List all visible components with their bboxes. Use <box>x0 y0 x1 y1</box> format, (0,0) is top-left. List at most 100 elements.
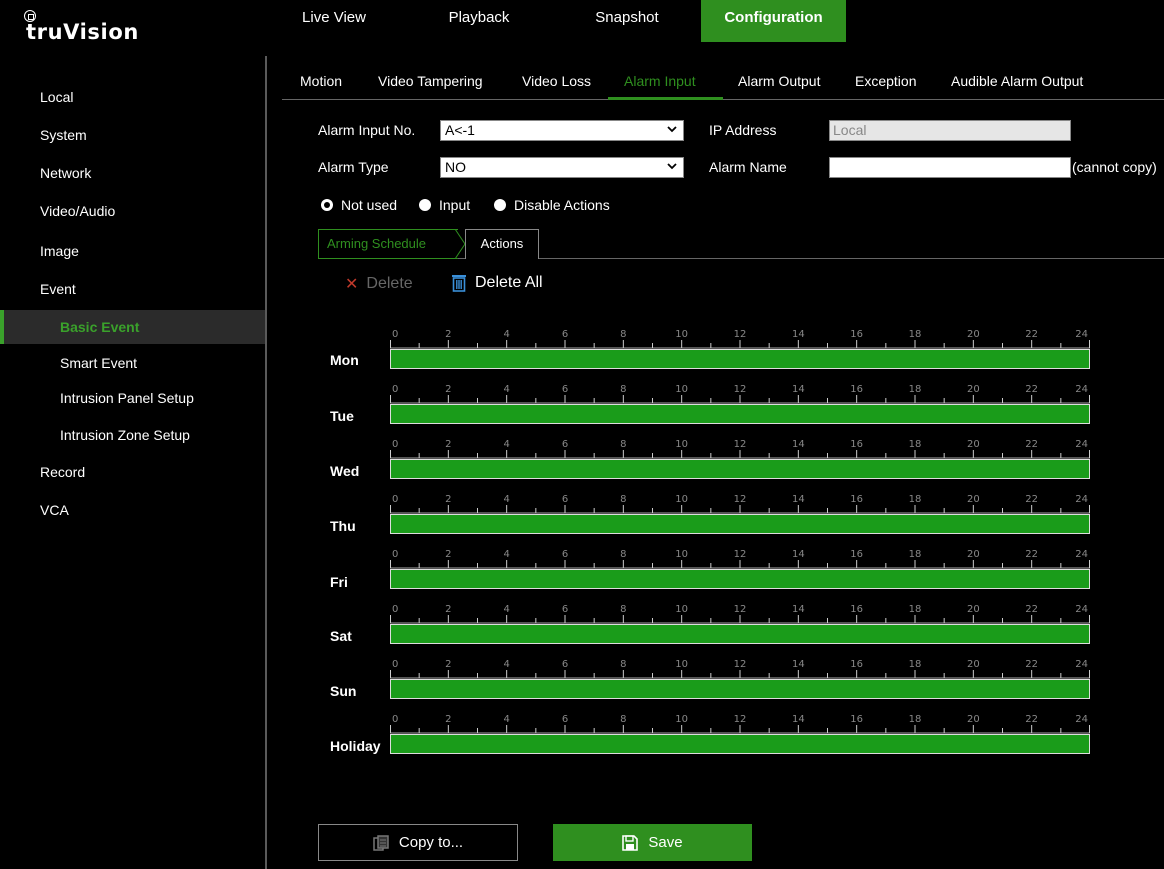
hour-ruler: 0 2 4 6 8 10 12 14 16 18 20 22 24 <box>390 329 1090 349</box>
sidebar-item-video-audio[interactable]: Video/Audio <box>0 194 265 228</box>
schedule-bar[interactable] <box>390 514 1090 534</box>
hour-label: 4 <box>503 549 509 560</box>
tab-audible-alarm-output[interactable]: Audible Alarm Output <box>951 73 1083 97</box>
tab-exception[interactable]: Exception <box>855 73 916 97</box>
tab-video-tampering[interactable]: Video Tampering <box>378 73 483 97</box>
tab-video-loss[interactable]: Video Loss <box>522 73 591 97</box>
hour-label: 18 <box>909 549 922 560</box>
radio-not-used-label: Not used <box>341 197 398 213</box>
hour-label: 4 <box>503 714 509 725</box>
schedule-bar[interactable] <box>390 404 1090 424</box>
sidebar-item-intrusion-zone-setup[interactable]: Intrusion Zone Setup <box>0 418 265 452</box>
hour-label: 18 <box>909 439 922 450</box>
delete-label: Delete <box>366 275 413 292</box>
alarm-type-select[interactable]: NO <box>440 157 684 178</box>
floppy-disk-icon <box>622 834 639 851</box>
sidebar-item-local[interactable]: Local <box>0 80 265 114</box>
delete-button[interactable]: ✕ Delete <box>345 274 413 294</box>
schedule-row: Holiday 0 2 4 6 8 10 12 14 16 18 20 22 24 <box>330 712 1164 762</box>
copy-to-button[interactable]: Copy to... <box>318 824 518 861</box>
schedule-bar[interactable] <box>390 679 1090 699</box>
sidebar-item-intrusion-panel-setup[interactable]: Intrusion Panel Setup <box>0 381 265 415</box>
hour-label: 10 <box>675 329 688 340</box>
radio-input-label: Input <box>439 197 471 213</box>
ip-address-label: IP Address <box>709 122 777 138</box>
schedule-row: Fri 0 2 4 6 8 10 12 14 16 18 20 22 24 <box>330 547 1164 597</box>
hour-label: 12 <box>734 549 747 560</box>
sidebar-item-network[interactable]: Network <box>0 156 265 190</box>
radio-input[interactable]: Input <box>419 197 470 213</box>
tab-alarm-output[interactable]: Alarm Output <box>738 73 820 97</box>
hour-label: 24 <box>1075 384 1088 395</box>
hour-label: 6 <box>562 604 568 615</box>
hour-ruler: 0 2 4 6 8 10 12 14 16 18 20 22 24 <box>390 494 1090 514</box>
schedule-bar[interactable] <box>390 349 1090 369</box>
save-button[interactable]: Save <box>553 824 752 861</box>
day-label: Thu <box>330 518 356 534</box>
hour-label: 16 <box>850 329 863 340</box>
nav-configuration[interactable]: Configuration <box>701 0 846 42</box>
hour-label: 8 <box>620 714 626 725</box>
logo-mark-icon <box>24 10 36 22</box>
schedule-bar[interactable] <box>390 569 1090 589</box>
sidebar-item-record[interactable]: Record <box>0 455 265 489</box>
alarm-input-no-select[interactable]: A<-1 <box>440 120 684 141</box>
hour-label: 10 <box>675 494 688 505</box>
hour-label: 14 <box>792 439 805 450</box>
schedule-bar[interactable] <box>390 624 1090 644</box>
hour-label: 12 <box>734 714 747 725</box>
hour-label: 2 <box>445 494 451 505</box>
tab-alarm-input[interactable]: Alarm Input <box>624 73 696 97</box>
hour-label: 22 <box>1025 714 1038 725</box>
tab-motion[interactable]: Motion <box>300 73 342 97</box>
schedule-bar[interactable] <box>390 734 1090 754</box>
alarm-name-input[interactable] <box>829 157 1071 178</box>
hour-label: 4 <box>503 439 509 450</box>
tab-actions[interactable]: Actions <box>465 229 539 259</box>
schedule-bar[interactable] <box>390 459 1090 479</box>
sidebar-item-basic-event[interactable]: Basic Event <box>0 310 265 344</box>
hour-label: 22 <box>1025 439 1038 450</box>
hour-label: 16 <box>850 714 863 725</box>
nav-snapshot[interactable]: Snapshot <box>574 0 680 42</box>
day-label: Holiday <box>330 738 381 754</box>
hour-label: 18 <box>909 604 922 615</box>
nav-playback[interactable]: Playback <box>424 0 534 42</box>
hour-label: 16 <box>850 384 863 395</box>
sidebar-item-image[interactable]: Image <box>0 234 265 268</box>
alarm-type-value: NO <box>445 159 466 175</box>
hour-ruler: 0 2 4 6 8 10 12 14 16 18 20 22 24 <box>390 549 1090 569</box>
radio-disable-actions[interactable]: Disable Actions <box>494 197 610 213</box>
sidebar-item-system[interactable]: System <box>0 118 265 152</box>
hour-label: 16 <box>850 604 863 615</box>
hour-label: 14 <box>792 494 805 505</box>
hour-label: 18 <box>909 329 922 340</box>
sidebar-item-event[interactable]: Event <box>0 272 265 306</box>
chevron-down-icon <box>667 126 677 133</box>
schedule-row: Wed 0 2 4 6 8 10 12 14 16 18 20 22 24 <box>330 437 1164 487</box>
delete-all-button[interactable]: Delete All <box>451 274 543 292</box>
hour-label: 14 <box>792 659 805 670</box>
sidebar-divider <box>265 56 267 869</box>
delete-all-label: Delete All <box>475 274 543 291</box>
top-bar: truVision Live View Playback Snapshot Co… <box>0 0 1164 52</box>
delete-x-icon: ✕ <box>345 276 359 293</box>
hour-label: 0 <box>392 549 398 560</box>
hour-label: 22 <box>1025 494 1038 505</box>
hour-label: 4 <box>503 604 509 615</box>
hour-label: 20 <box>967 494 980 505</box>
nav-live-view[interactable]: Live View <box>280 0 388 42</box>
radio-dot <box>419 199 431 211</box>
tab-arming-schedule[interactable]: Arming Schedule <box>318 229 458 259</box>
hour-label: 0 <box>392 714 398 725</box>
radio-not-used[interactable]: Not used <box>321 197 397 213</box>
day-label: Sun <box>330 683 357 699</box>
copy-to-label: Copy to... <box>398 834 464 851</box>
sidebar-item-smart-event[interactable]: Smart Event <box>0 346 265 380</box>
hour-label: 22 <box>1025 659 1038 670</box>
radio-disable-actions-label: Disable Actions <box>514 197 610 213</box>
schedule-row: Thu 0 2 4 6 8 10 12 14 16 18 20 22 24 <box>330 492 1164 542</box>
sidebar-item-vca[interactable]: VCA <box>0 493 265 527</box>
hour-ruler: 0 2 4 6 8 10 12 14 16 18 20 22 24 <box>390 384 1090 404</box>
logo-text: truVision <box>26 20 139 44</box>
